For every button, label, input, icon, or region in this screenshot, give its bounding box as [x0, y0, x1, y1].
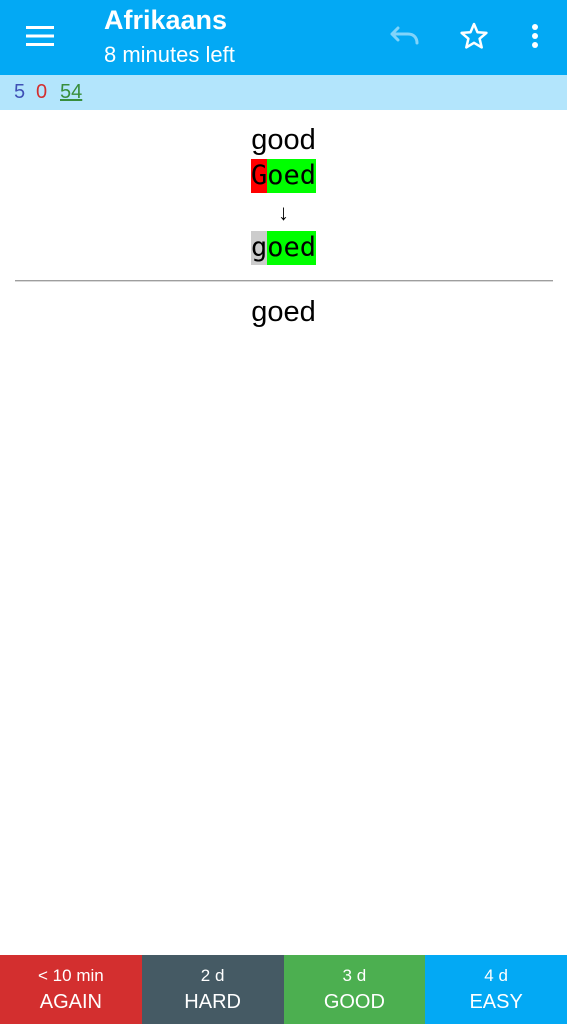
good-button[interactable]: 3 d GOOD [283, 955, 426, 1024]
learning-count: 0 [36, 81, 48, 103]
answer-divider [15, 280, 553, 281]
card-counts-bar: 5 0 54 [0, 75, 567, 110]
hamburger-menu-icon [26, 26, 54, 46]
again-label: AGAIN [39, 991, 102, 1013]
good-interval: 3 d [342, 966, 367, 985]
typed-answer-comparison: Goed [0, 159, 567, 193]
new-count: 5 [14, 81, 26, 103]
easy-button[interactable]: 4 d EASY [425, 955, 567, 1024]
time-left-subtitle: 8 minutes left [104, 42, 235, 67]
again-interval: < 10 min [38, 966, 104, 985]
undo-button[interactable] [382, 14, 426, 58]
undo-icon [390, 26, 419, 45]
typed-correct-chars: oed [267, 159, 317, 193]
mark-star-button[interactable] [452, 14, 496, 58]
menu-button[interactable] [14, 14, 66, 58]
answer-buttons-bar: < 10 min AGAIN 2 d HARD 3 d GOOD 4 d EAS… [0, 955, 567, 1024]
down-arrow-icon: ↓ [278, 200, 289, 225]
hard-label: HARD [184, 991, 241, 1013]
missing-chars: g [250, 231, 268, 265]
typed-wrong-chars: G [250, 159, 268, 193]
hard-button[interactable]: 2 d HARD [141, 955, 284, 1024]
question-text: good [251, 124, 316, 156]
easy-interval: 4 d [484, 966, 508, 985]
reviewer-screen: Afrikaans 8 minutes left 5 0 54 good Goe… [0, 0, 567, 1024]
again-button[interactable]: < 10 min AGAIN [0, 955, 142, 1024]
correct-answer-comparison: goed [0, 231, 567, 265]
toolbar: Afrikaans 8 minutes left [0, 0, 567, 75]
easy-label: EASY [469, 991, 523, 1013]
star-outline-icon [460, 22, 488, 49]
review-count: 54 [60, 81, 83, 103]
answer-text: goed [251, 296, 316, 328]
more-vert-icon [532, 24, 538, 48]
deck-title: Afrikaans [104, 5, 228, 35]
more-options-button[interactable] [513, 14, 557, 58]
good-label: GOOD [323, 991, 385, 1013]
matched-chars: oed [267, 231, 317, 265]
hard-interval: 2 d [200, 966, 225, 985]
